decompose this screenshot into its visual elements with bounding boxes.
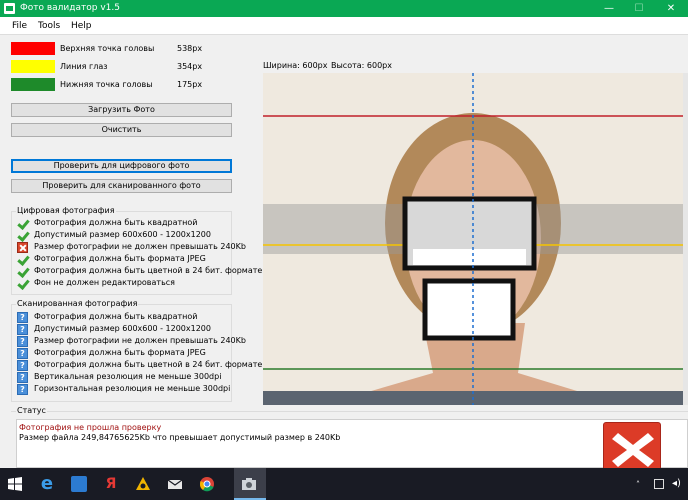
app-icon (4, 3, 15, 14)
windows-icon[interactable] (0, 468, 30, 500)
check-item-label: Вертикальная резолюция не меньше 300dpi (34, 372, 222, 381)
chevron-up-icon[interactable]: ˄ (636, 480, 644, 489)
check-error-icon (17, 242, 28, 253)
question-icon: ? (17, 324, 28, 335)
scanned-group-title: Сканированная фотография (16, 299, 139, 308)
top-head-value: 538px (177, 44, 203, 53)
eye-line-value: 354px (177, 62, 203, 71)
check-ok-icon (17, 278, 28, 289)
check-item-label: Допустимый размер 600x600 - 1200x1200 (34, 324, 211, 333)
image-width-label: Ширина: 600px (263, 61, 328, 70)
network-icon[interactable] (654, 479, 664, 489)
menu-file[interactable]: File (12, 21, 27, 31)
top-head-color-swatch (11, 42, 55, 55)
yandex-icon[interactable]: Я (96, 468, 126, 500)
bottom-head-value: 175px (177, 80, 203, 89)
check-item-label: Фон не должен редактироваться (34, 278, 175, 287)
photo-canvas (263, 73, 688, 405)
clear-button[interactable]: Очистить (11, 123, 232, 137)
check-ok-icon (17, 254, 28, 265)
check-ok-icon (17, 218, 28, 229)
question-icon: ? (17, 336, 28, 347)
maximize-button[interactable]: ☐ (624, 0, 654, 17)
check-item-label: Фотография должна быть цветной в 24 бит.… (34, 360, 263, 369)
status-title: Статус (16, 406, 47, 415)
check-item-label: Фотография должна быть формата JPEG (34, 254, 206, 263)
question-icon: ? (17, 372, 28, 383)
question-icon: ? (17, 384, 28, 395)
app-window: Фото валидатор v1.5 — ☐ ✕ File Tools Hel… (0, 0, 688, 474)
mail-icon[interactable] (160, 468, 190, 500)
check-item-label: Фотография должна быть квадратной (34, 312, 198, 321)
eye-line-label: Линия глаз (60, 62, 108, 71)
photo-preview[interactable] (263, 73, 688, 405)
check-scanned-button[interactable]: Проверить для сканированного фото (11, 179, 232, 193)
window-title: Фото валидатор v1.5 (20, 3, 120, 13)
check-item-label: Фотография должна быть квадратной (34, 218, 198, 227)
load-photo-button[interactable]: Загрузить Фото (11, 103, 232, 117)
status-detail: Размер файла 249,84765625Kb что превышае… (19, 433, 341, 442)
minimize-button[interactable]: — (594, 0, 624, 17)
photo-shirt (263, 391, 688, 405)
check-ok-icon (17, 266, 28, 277)
menu-help[interactable]: Help (71, 21, 92, 31)
check-item-label: Размер фотографии не должен превышать 24… (34, 242, 246, 251)
check-item-label: Фотография должна быть формата JPEG (34, 348, 206, 357)
menu-bar: File Tools Help (0, 17, 688, 35)
digital-group-title: Цифровая фотография (16, 206, 116, 215)
title-bar[interactable]: Фото валидатор v1.5 — ☐ ✕ (0, 0, 688, 17)
media-icon[interactable] (64, 468, 94, 500)
taskbar: e Я ˄ ◂) (0, 468, 688, 500)
check-item-label: Размер фотографии не должен превышать 24… (34, 336, 246, 345)
check-item-label: Фотография должна быть цветной в 24 бит.… (34, 266, 263, 275)
check-item-label: Допустимый размер 600x600 - 1200x1200 (34, 230, 211, 239)
check-item-label: Горизонтальная резолюция не меньше 300dp… (34, 384, 231, 393)
bottom-head-color-swatch (11, 78, 55, 91)
question-icon: ? (17, 348, 28, 359)
image-height-label: Высота: 600px (331, 61, 392, 70)
camera-app-icon[interactable] (234, 468, 266, 500)
menu-tools[interactable]: Tools (38, 21, 60, 31)
question-icon: ? (17, 360, 28, 371)
bottom-head-label: Нижняя точка головы (60, 80, 153, 89)
status-message: Фотография не прошла проверку (19, 423, 162, 432)
chrome-icon[interactable] (192, 468, 222, 500)
check-ok-icon (17, 230, 28, 241)
volume-icon[interactable]: ◂) (672, 478, 681, 489)
fail-x-icon (603, 422, 661, 474)
eye-line-color-swatch (11, 60, 55, 73)
question-icon: ? (17, 312, 28, 323)
archive-icon[interactable] (128, 468, 158, 500)
eye-zone-inner (413, 249, 526, 265)
top-head-label: Верхняя точка головы (60, 44, 155, 53)
close-button[interactable]: ✕ (656, 0, 686, 17)
check-digital-button[interactable]: Проверить для цифрового фото (11, 159, 232, 173)
status-box: Фотография не прошла проверку Размер фай… (16, 419, 688, 468)
photo-scrollbar[interactable] (683, 73, 688, 405)
edge-icon[interactable]: e (32, 468, 62, 500)
mouth-zone-box (422, 278, 516, 341)
